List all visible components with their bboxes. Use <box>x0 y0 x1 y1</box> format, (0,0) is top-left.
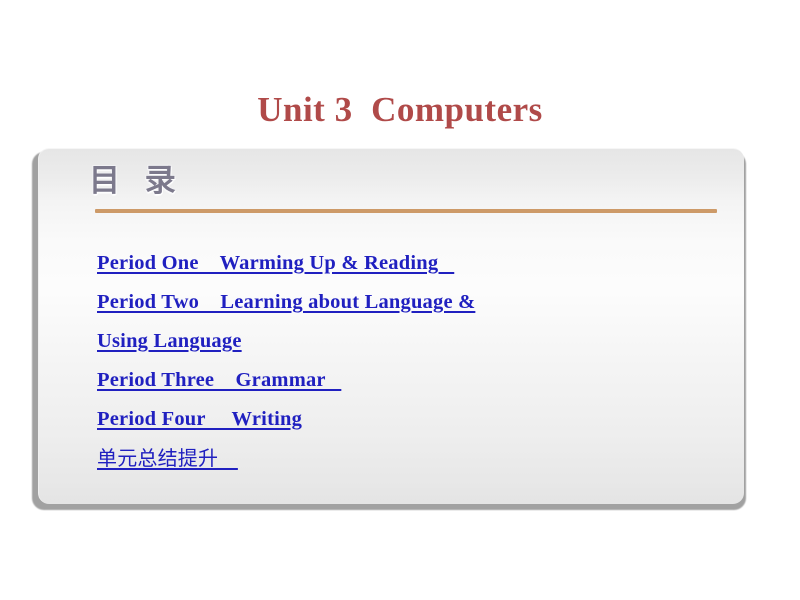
contents-panel: 目 录 Period One Warming Up & Reading Peri… <box>32 148 752 512</box>
toc-link-unit-summary[interactable]: 单元总结提升 <box>97 446 238 470</box>
panel-surface: 目 录 Period One Warming Up & Reading Peri… <box>38 148 744 504</box>
toc-link-period-three[interactable]: Period Three Grammar <box>97 369 341 391</box>
table-of-contents-list: Period One Warming Up & Reading Period T… <box>97 244 737 479</box>
list-item: Period Three Grammar <box>97 361 737 400</box>
list-item: Period One Warming Up & Reading <box>97 244 737 283</box>
toc-link-period-one[interactable]: Period One Warming Up & Reading <box>97 252 454 274</box>
list-item: 单元总结提升 <box>97 439 737 479</box>
page-title: Unit 3 Computers <box>257 90 543 129</box>
list-item: Using Language <box>97 322 737 361</box>
toc-link-period-two[interactable]: Period Two Learning about Language & <box>97 291 475 313</box>
header-divider-rule <box>95 209 717 213</box>
panel-header-title: 目 录 <box>89 163 183 199</box>
list-item: Period Two Learning about Language & <box>97 283 737 322</box>
toc-link-using-language[interactable]: Using Language <box>97 330 242 352</box>
list-item: Period Four Writing <box>97 400 737 439</box>
toc-link-period-four[interactable]: Period Four Writing <box>97 408 302 430</box>
